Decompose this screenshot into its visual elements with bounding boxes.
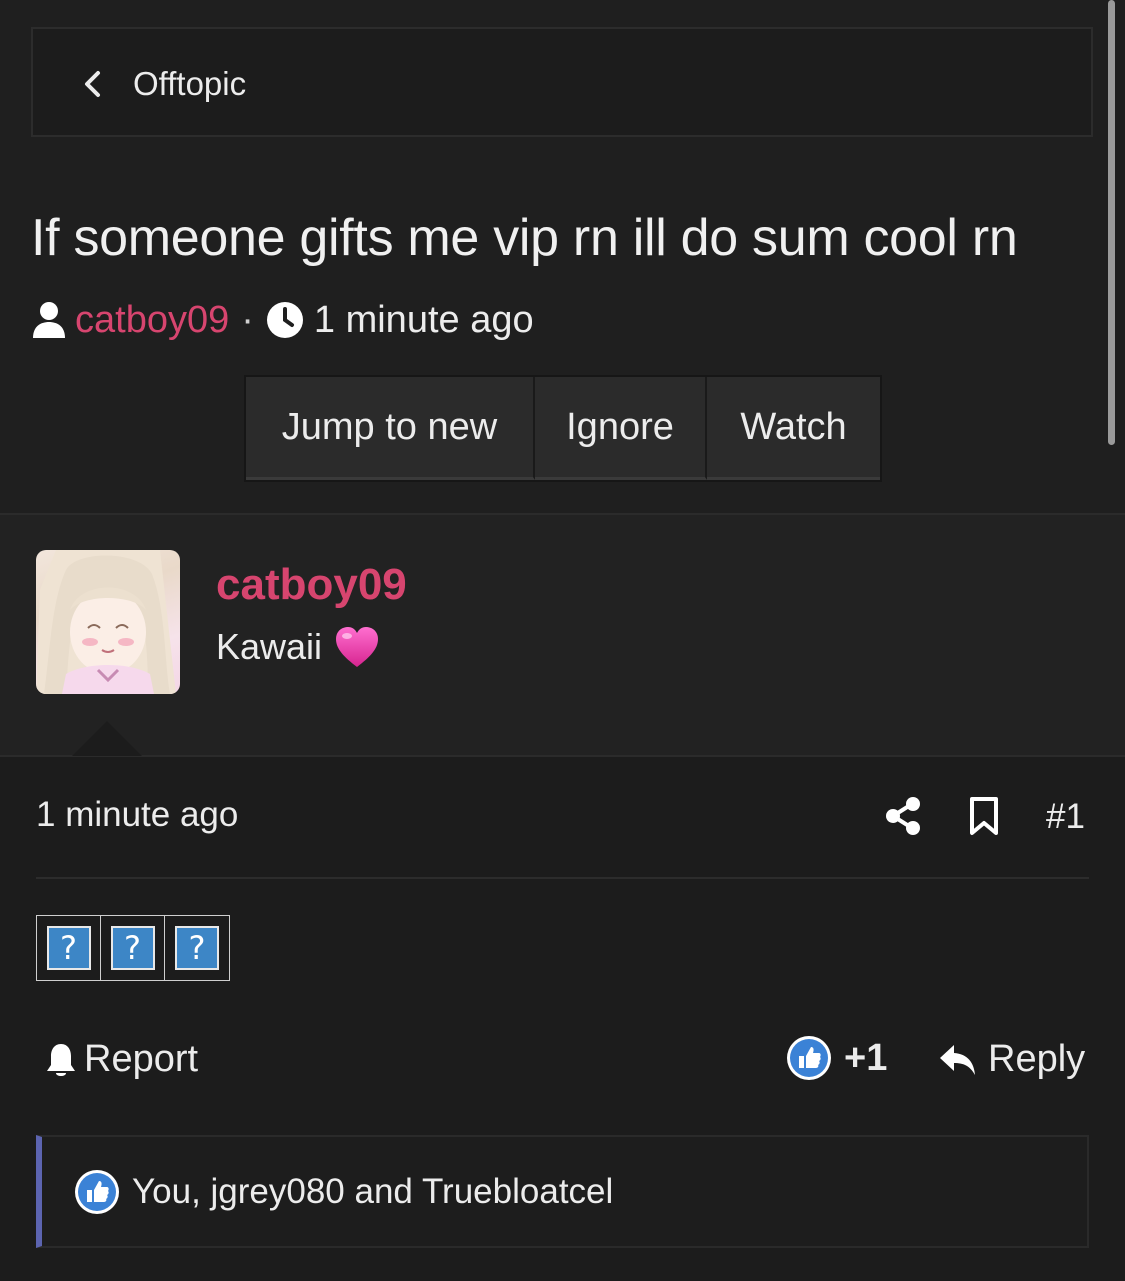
post-username-link[interactable]: catboy09 <box>216 560 407 610</box>
like-icon <box>787 1036 831 1080</box>
avatar-image <box>36 550 176 694</box>
report-button[interactable]: Report <box>44 1038 198 1081</box>
report-label: Report <box>84 1038 199 1080</box>
jump-to-new-button[interactable]: Jump to new <box>246 377 535 480</box>
watch-button[interactable]: Watch <box>707 377 880 480</box>
reaction-count: +1 <box>844 1036 888 1079</box>
clock-icon <box>266 302 303 338</box>
reply-button[interactable]: Reply <box>938 1038 1085 1081</box>
missing-glyph-box: ? <box>101 916 165 980</box>
missing-glyph-box: ? <box>37 916 101 980</box>
scrollbar[interactable] <box>1108 0 1115 445</box>
missing-glyph-icon: ? <box>110 926 155 970</box>
thread-author-link[interactable]: catboy09 <box>75 299 229 342</box>
like-icon <box>75 1169 119 1214</box>
thread-meta: catboy09 · 1 minute ago <box>31 295 534 345</box>
reaction-button[interactable]: +1 <box>786 1035 887 1081</box>
bell-icon <box>47 1043 75 1076</box>
reactions-summary-text: You, jgrey080 and Truebloatcel <box>132 1171 614 1211</box>
missing-glyph-icon: ? <box>46 926 91 970</box>
ignore-button[interactable]: Ignore <box>535 377 707 480</box>
reactions-summary[interactable]: You, jgrey080 and Truebloatcel <box>36 1135 1089 1248</box>
page-title: If someone gifts me vip rn ill do sum co… <box>31 209 1018 267</box>
user-title: Kawaii <box>216 625 380 669</box>
breadcrumb[interactable]: Offtopic <box>31 27 1093 137</box>
breadcrumb-label[interactable]: Offtopic <box>133 65 246 103</box>
missing-glyph-icon: ? <box>175 926 219 970</box>
user-icon <box>33 302 65 338</box>
post-divider <box>0 755 1125 757</box>
missing-glyph-box: ? <box>165 916 229 980</box>
bookmark-icon[interactable] <box>968 796 1000 836</box>
reply-icon <box>940 1044 975 1075</box>
post-number-link[interactable]: #1 <box>1046 797 1085 837</box>
chevron-left-icon[interactable] <box>79 69 105 99</box>
post-header-divider <box>36 877 1089 879</box>
thread-action-buttons: Jump to new Ignore Watch <box>244 375 882 482</box>
post-time[interactable]: 1 minute ago <box>36 795 238 835</box>
post-content: ? ? ? <box>36 915 230 981</box>
reply-label: Reply <box>988 1038 1086 1080</box>
post-pointer-arrow <box>72 721 142 756</box>
heart-icon <box>336 627 379 667</box>
user-title-text: Kawaii <box>216 626 323 667</box>
share-icon[interactable] <box>884 796 922 836</box>
avatar[interactable] <box>36 550 180 694</box>
meta-separator: · <box>241 298 254 341</box>
thread-time: 1 minute ago <box>313 298 534 341</box>
